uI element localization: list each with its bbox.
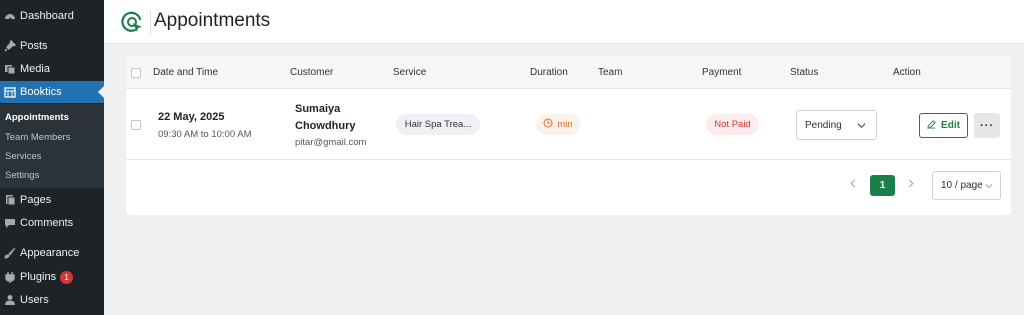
table-header: Date and Time Customer Service Duration … [126, 56, 1011, 89]
column-header-date: Date and Time [153, 67, 219, 78]
edit-button-label: Edit [941, 120, 960, 131]
pages-icon [4, 194, 16, 206]
row-checkbox[interactable] [131, 120, 141, 130]
status-select-value: Pending [805, 119, 842, 131]
sidebar-item-label: Posts [20, 40, 48, 52]
sidebar-item-appearance[interactable]: Appearance [0, 242, 104, 264]
submenu-item-services[interactable]: Services [5, 151, 41, 162]
appointment-time: 09:30 AM to 10:00 AM [158, 129, 252, 140]
sidebar-item-label: Comments [20, 217, 74, 229]
header-divider [150, 10, 151, 34]
page-size-select[interactable]: 10 / page [932, 171, 1001, 200]
sidebar-item-pages[interactable]: Pages [0, 189, 104, 211]
booktics-logo-icon [120, 10, 144, 34]
service-pill: Hair Spa Trea... [396, 114, 480, 135]
sidebar-item-booktics[interactable]: Booktics [0, 81, 104, 103]
select-all-checkbox[interactable] [131, 68, 141, 78]
column-header-status: Status [790, 67, 819, 78]
page-number-current[interactable]: 1 [870, 175, 895, 196]
sidebar-item-label: Media [20, 63, 50, 75]
sidebar-item-media[interactable]: Media [0, 58, 104, 80]
chevron-down-icon [857, 121, 866, 133]
status-select[interactable]: Pending [796, 110, 877, 140]
comment-icon [4, 217, 16, 229]
prev-page-icon[interactable] [849, 179, 857, 191]
pin-icon [4, 40, 16, 52]
sidebar-item-label: Pages [20, 194, 52, 206]
more-actions-button[interactable]: ··· [974, 113, 1000, 138]
page-size-value: 10 / page [941, 180, 983, 191]
plugins-update-badge: 1 [60, 270, 74, 284]
column-header-service: Service [393, 67, 427, 78]
duration-pill: min [536, 114, 580, 135]
column-header-action: Action [893, 67, 921, 78]
media-icon [4, 63, 16, 75]
calendar-icon [4, 86, 16, 98]
appointments-card: Date and Time Customer Service Duration … [126, 56, 1011, 215]
sidebar-item-label: Appearance [20, 247, 80, 259]
column-header-payment: Payment [702, 67, 742, 78]
clock-icon [543, 118, 553, 131]
table-row: 22 May, 2025 09:30 AM to 10:00 AM Sumaiy… [126, 89, 1011, 160]
column-header-customer: Customer [290, 67, 334, 78]
sidebar-item-posts[interactable]: Posts [0, 35, 104, 57]
submenu-item-team-members[interactable]: Team Members [5, 132, 70, 143]
payment-status-badge: Not Paid [706, 114, 759, 135]
plugin-icon [4, 271, 16, 283]
page-title: Appointments [154, 10, 271, 31]
page-header: Appointments [104, 0, 1024, 44]
column-header-duration: Duration [530, 67, 568, 78]
sidebar-item-label: Booktics [20, 86, 62, 98]
column-header-team: Team [598, 67, 623, 78]
sidebar-item-label: Plugins [20, 271, 57, 283]
pencil-icon [927, 119, 936, 132]
sidebar-item-users[interactable]: Users [0, 289, 104, 311]
appointment-date: 22 May, 2025 [158, 111, 225, 123]
submenu-item-settings[interactable]: Settings [5, 170, 39, 181]
user-icon [4, 294, 16, 306]
next-page-icon[interactable] [907, 179, 915, 191]
duration-text: min [557, 119, 573, 130]
brush-icon [4, 247, 16, 259]
sidebar-item-comments[interactable]: Comments [0, 212, 104, 234]
dashboard-icon [4, 10, 16, 22]
chevron-down-icon [985, 182, 993, 193]
booktics-submenu: Appointments Team Members Services Setti… [0, 104, 104, 188]
customer-email: pitar@gmail.com [295, 137, 367, 148]
edit-button[interactable]: Edit [919, 113, 968, 138]
customer-name: Sumaiya Chowdhury [295, 103, 356, 132]
sidebar-item-dashboard[interactable]: Dashboard [0, 5, 104, 27]
sidebar-item-label: Users [20, 294, 49, 306]
sidebar-item-label: Dashboard [20, 10, 74, 22]
submenu-item-appointments[interactable]: Appointments [5, 112, 69, 123]
admin-sidebar: Dashboard Posts Media Booktics Appointme… [0, 0, 104, 315]
sidebar-item-plugins[interactable]: Plugins 1 [0, 266, 104, 288]
